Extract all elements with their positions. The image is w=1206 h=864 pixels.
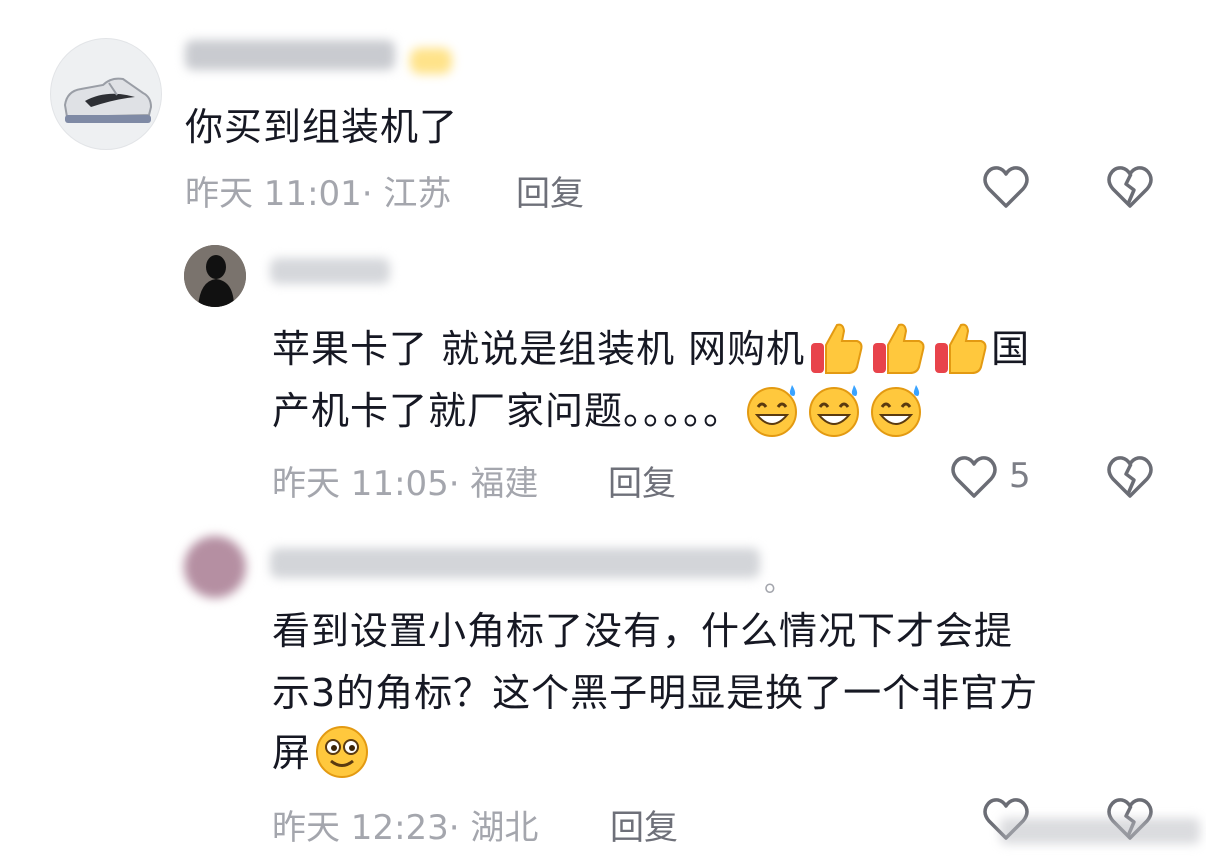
username-tail: 。 xyxy=(764,564,794,599)
reply-button[interactable]: 回复 xyxy=(516,166,584,215)
like-count: 5 xyxy=(1009,456,1031,496)
comment-text-line-1: 苹果卡了 就说是组装机 网购机 国 xyxy=(272,318,1030,381)
thumbs-up-emoji xyxy=(931,319,989,377)
smiling-emoji xyxy=(313,723,371,781)
comment-text-line-3: 屏 xyxy=(272,722,373,785)
person-silhouette-icon xyxy=(184,245,246,307)
broken-heart-icon xyxy=(1107,456,1153,498)
grinning-sweat-emoji xyxy=(806,381,864,439)
username-redacted xyxy=(270,548,760,578)
username-redacted xyxy=(270,258,390,284)
comment-meta-time-location: 昨天 11:01· 江苏 xyxy=(185,174,452,214)
comment-text-line-2: 示3的角标？这个黑子明显是换了一个非官方 xyxy=(272,671,1039,715)
like-button[interactable] xyxy=(949,454,999,500)
watermark-overlay xyxy=(1000,818,1200,844)
comment-text-part: 屏 xyxy=(272,731,312,775)
reply-button[interactable]: 回复 xyxy=(610,800,678,849)
thumbs-up-emoji xyxy=(807,319,865,377)
comment-text-part: 国 xyxy=(991,327,1031,371)
comment-text-part: 产机卡了就厂家问题。。。。。 xyxy=(272,389,743,433)
sneaker-icon xyxy=(63,77,153,123)
heart-outline-icon xyxy=(983,166,1029,208)
grinning-sweat-emoji xyxy=(868,381,926,439)
broken-heart-icon xyxy=(1107,166,1153,208)
dislike-button[interactable] xyxy=(1105,454,1155,500)
avatar[interactable] xyxy=(184,536,246,598)
comment-text-line-2: 产机卡了就厂家问题。。。。。 xyxy=(272,380,928,443)
reply-button[interactable]: 回复 xyxy=(608,456,676,505)
avatar[interactable] xyxy=(50,38,162,150)
comment-text-line-1: 看到设置小角标了没有，什么情况下才会提 xyxy=(272,609,1014,653)
dislike-button[interactable] xyxy=(1105,164,1155,210)
comment-text: 你买到组装机了 xyxy=(185,105,459,149)
like-button[interactable] xyxy=(981,164,1031,210)
comment-text-part: 苹果卡了 就说是组装机 网购机 xyxy=(272,327,806,371)
comment-meta-time-location: 昨天 11:05· 福建 xyxy=(272,464,539,504)
avatar[interactable] xyxy=(184,245,246,307)
username-redacted xyxy=(185,40,395,70)
thumbs-up-emoji xyxy=(869,319,927,377)
grinning-sweat-emoji xyxy=(744,381,802,439)
badge-redacted xyxy=(410,48,452,74)
heart-outline-icon xyxy=(951,456,997,498)
comment-meta-time-location: 昨天 12:23· 湖北 xyxy=(272,808,539,848)
